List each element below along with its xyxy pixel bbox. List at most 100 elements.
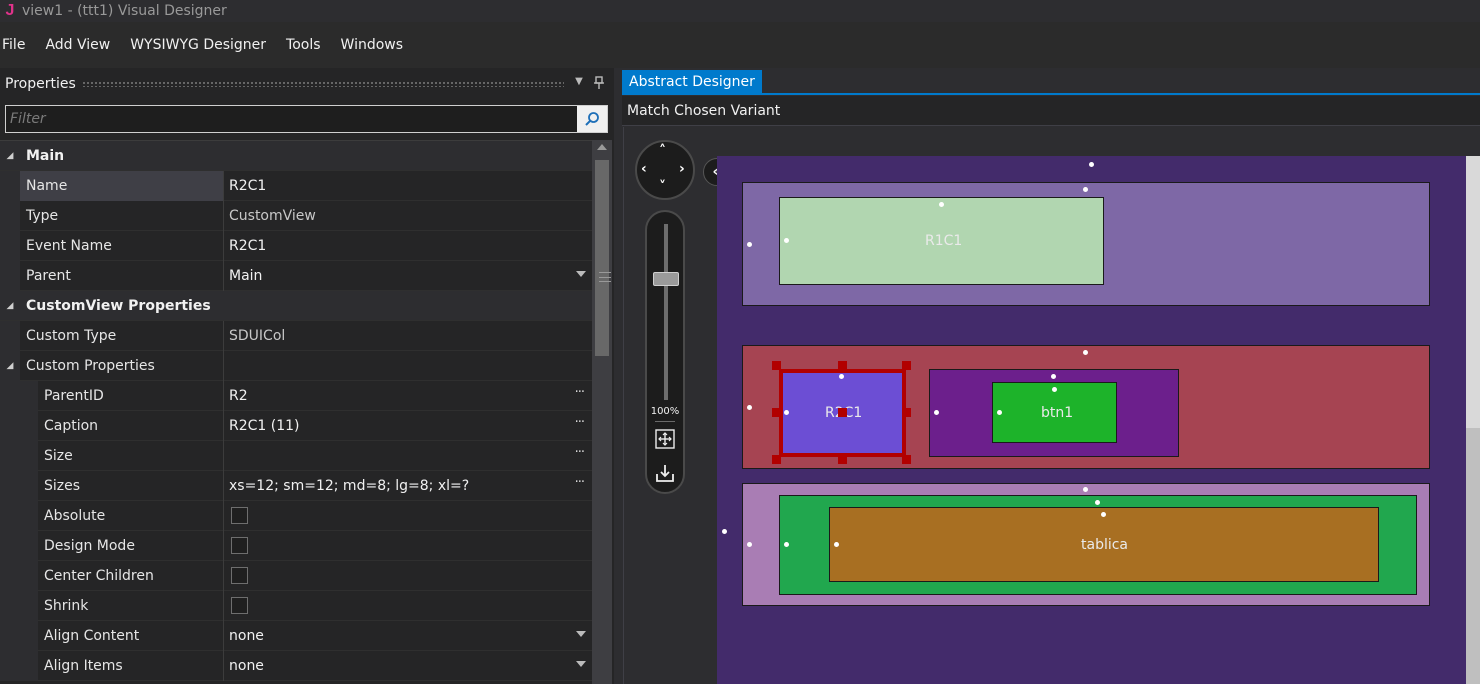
property-row-parentid[interactable]: ParentID R2 ... [0, 380, 592, 411]
pan-right-icon[interactable]: › [679, 162, 685, 176]
menu-windows[interactable]: Windows [341, 37, 414, 53]
property-row-name[interactable]: Name R2C1 [0, 170, 592, 201]
pan-left-icon[interactable]: ‹ [641, 162, 647, 176]
shrink-checkbox[interactable] [231, 597, 248, 614]
caption-value[interactable]: R2C1 (11) [229, 411, 592, 441]
scroll-up-arrow-icon[interactable] [597, 144, 607, 150]
align-content-dropdown[interactable]: none [229, 621, 592, 651]
ellipsis-button[interactable]: ... [575, 441, 585, 456]
dropdown-arrow-icon[interactable] [576, 631, 586, 637]
menu-file[interactable]: File [0, 37, 35, 53]
property-name: Align Items [38, 650, 224, 681]
anchor-dot[interactable] [1051, 374, 1056, 379]
anchor-dot[interactable] [784, 542, 789, 547]
property-row-custom-type[interactable]: Custom Type SDUICol [0, 320, 592, 351]
anchor-dot[interactable] [747, 405, 752, 410]
menu-tools[interactable]: Tools [286, 37, 331, 53]
parentid-value[interactable]: R2 [229, 381, 592, 411]
subcategory-custom-properties[interactable]: ◢ Custom Properties [0, 350, 592, 381]
menu-add-view[interactable]: Add View [45, 37, 120, 53]
name-value[interactable]: R2C1 [229, 171, 592, 201]
property-grid-scrollbar[interactable] [592, 140, 612, 684]
absolute-checkbox[interactable] [231, 507, 248, 524]
center-children-checkbox[interactable] [231, 567, 248, 584]
anchor-dot[interactable] [997, 410, 1002, 415]
pin-icon[interactable] [592, 76, 606, 92]
search-button[interactable] [577, 106, 607, 132]
design-mode-checkbox[interactable] [231, 537, 248, 554]
resize-handle-bottom-left[interactable] [772, 455, 781, 464]
zoom-slider-thumb[interactable] [653, 272, 679, 286]
anchor-dot[interactable] [747, 542, 752, 547]
anchor-dot[interactable] [747, 242, 752, 247]
anchor-dot[interactable] [1089, 162, 1094, 167]
collapse-triangle-icon[interactable]: ◢ [0, 361, 20, 371]
anchor-dot[interactable] [722, 529, 727, 534]
anchor-dot[interactable] [1083, 487, 1088, 492]
dropdown-arrow-icon[interactable] [576, 271, 586, 277]
resize-handle-bottom[interactable] [838, 455, 847, 464]
resize-handle-left[interactable] [772, 408, 781, 417]
ellipsis-button[interactable]: ... [575, 471, 585, 486]
dropdown-arrow-icon[interactable] [576, 661, 586, 667]
anchor-dot[interactable] [784, 410, 789, 415]
anchor-dot[interactable] [834, 542, 839, 547]
ellipsis-button[interactable]: ... [575, 381, 585, 396]
align-items-dropdown[interactable]: none [229, 651, 592, 681]
property-row-type[interactable]: Type CustomView [0, 200, 592, 231]
anchor-dot[interactable] [1095, 500, 1100, 505]
resize-handle-top-left[interactable] [772, 361, 781, 370]
collapse-triangle-icon[interactable]: ◢ [0, 151, 20, 161]
property-name: Event Name [20, 230, 224, 261]
size-value[interactable] [229, 441, 592, 471]
category-main[interactable]: ◢ Main [0, 141, 592, 171]
panel-splitter[interactable] [614, 68, 622, 684]
anchor-dot[interactable] [839, 374, 844, 379]
anchor-dot[interactable] [784, 238, 789, 243]
property-row-shrink[interactable]: Shrink [0, 590, 592, 621]
property-row-align-content[interactable]: Align Content none [0, 620, 592, 651]
property-name: Custom Type [20, 320, 224, 351]
property-row-parent[interactable]: Parent Main [0, 260, 592, 291]
anchor-dot[interactable] [1083, 187, 1088, 192]
parent-dropdown[interactable]: Main [229, 261, 592, 291]
tab-abstract-designer[interactable]: Abstract Designer [622, 70, 762, 94]
designer-scrollbar[interactable] [1466, 156, 1480, 684]
ellipsis-button[interactable]: ... [575, 411, 585, 426]
resize-handle-top-right[interactable] [902, 361, 911, 370]
collapse-triangle-icon[interactable]: ◢ [0, 301, 20, 311]
property-row-event-name[interactable]: Event Name R2C1 [0, 230, 592, 261]
menu-wysiwyg-designer[interactable]: WYSIWYG Designer [130, 37, 276, 53]
resize-handle-bottom-right[interactable] [902, 455, 911, 464]
property-row-size[interactable]: Size ... [0, 440, 592, 471]
variant-label[interactable]: Match Chosen Variant [627, 96, 780, 126]
anchor-dot[interactable] [1083, 350, 1088, 355]
sizes-value[interactable]: xs=12; sm=12; md=8; lg=8; xl=? [229, 471, 592, 501]
resize-handle-right[interactable] [902, 408, 911, 417]
anchor-dot[interactable] [934, 410, 939, 415]
pan-up-icon[interactable]: ˄ [659, 144, 666, 158]
resize-handle-top[interactable] [838, 361, 847, 370]
panel-menu-chevron-icon[interactable]: ▼ [572, 76, 586, 92]
property-row-sizes[interactable]: Sizes xs=12; sm=12; md=8; lg=8; xl=? ... [0, 470, 592, 501]
property-row-align-items[interactable]: Align Items none [0, 650, 592, 681]
pan-down-icon[interactable]: ˅ [659, 180, 666, 194]
event-name-value[interactable]: R2C1 [229, 231, 592, 261]
property-row-caption[interactable]: Caption R2C1 (11) ... [0, 410, 592, 441]
download-icon[interactable] [654, 462, 676, 484]
pan-control[interactable]: ˄ ˅ ‹ › [635, 140, 695, 200]
property-name: Name [20, 170, 224, 201]
panel-drag-grip[interactable] [82, 81, 564, 87]
category-customview-properties[interactable]: ◢ CustomView Properties [0, 291, 592, 321]
property-row-absolute[interactable]: Absolute [0, 500, 592, 531]
anchor-dot[interactable] [1052, 387, 1057, 392]
fit-to-screen-icon[interactable] [654, 428, 676, 450]
resize-handle-center[interactable] [838, 408, 847, 417]
property-row-center-children[interactable]: Center Children [0, 560, 592, 591]
scrollbar-thumb[interactable] [595, 160, 611, 356]
anchor-dot[interactable] [1101, 512, 1106, 517]
filter-input[interactable] [6, 106, 577, 132]
property-row-design-mode[interactable]: Design Mode [0, 530, 592, 561]
anchor-dot[interactable] [939, 202, 944, 207]
zoom-slider-track[interactable] [664, 224, 668, 400]
